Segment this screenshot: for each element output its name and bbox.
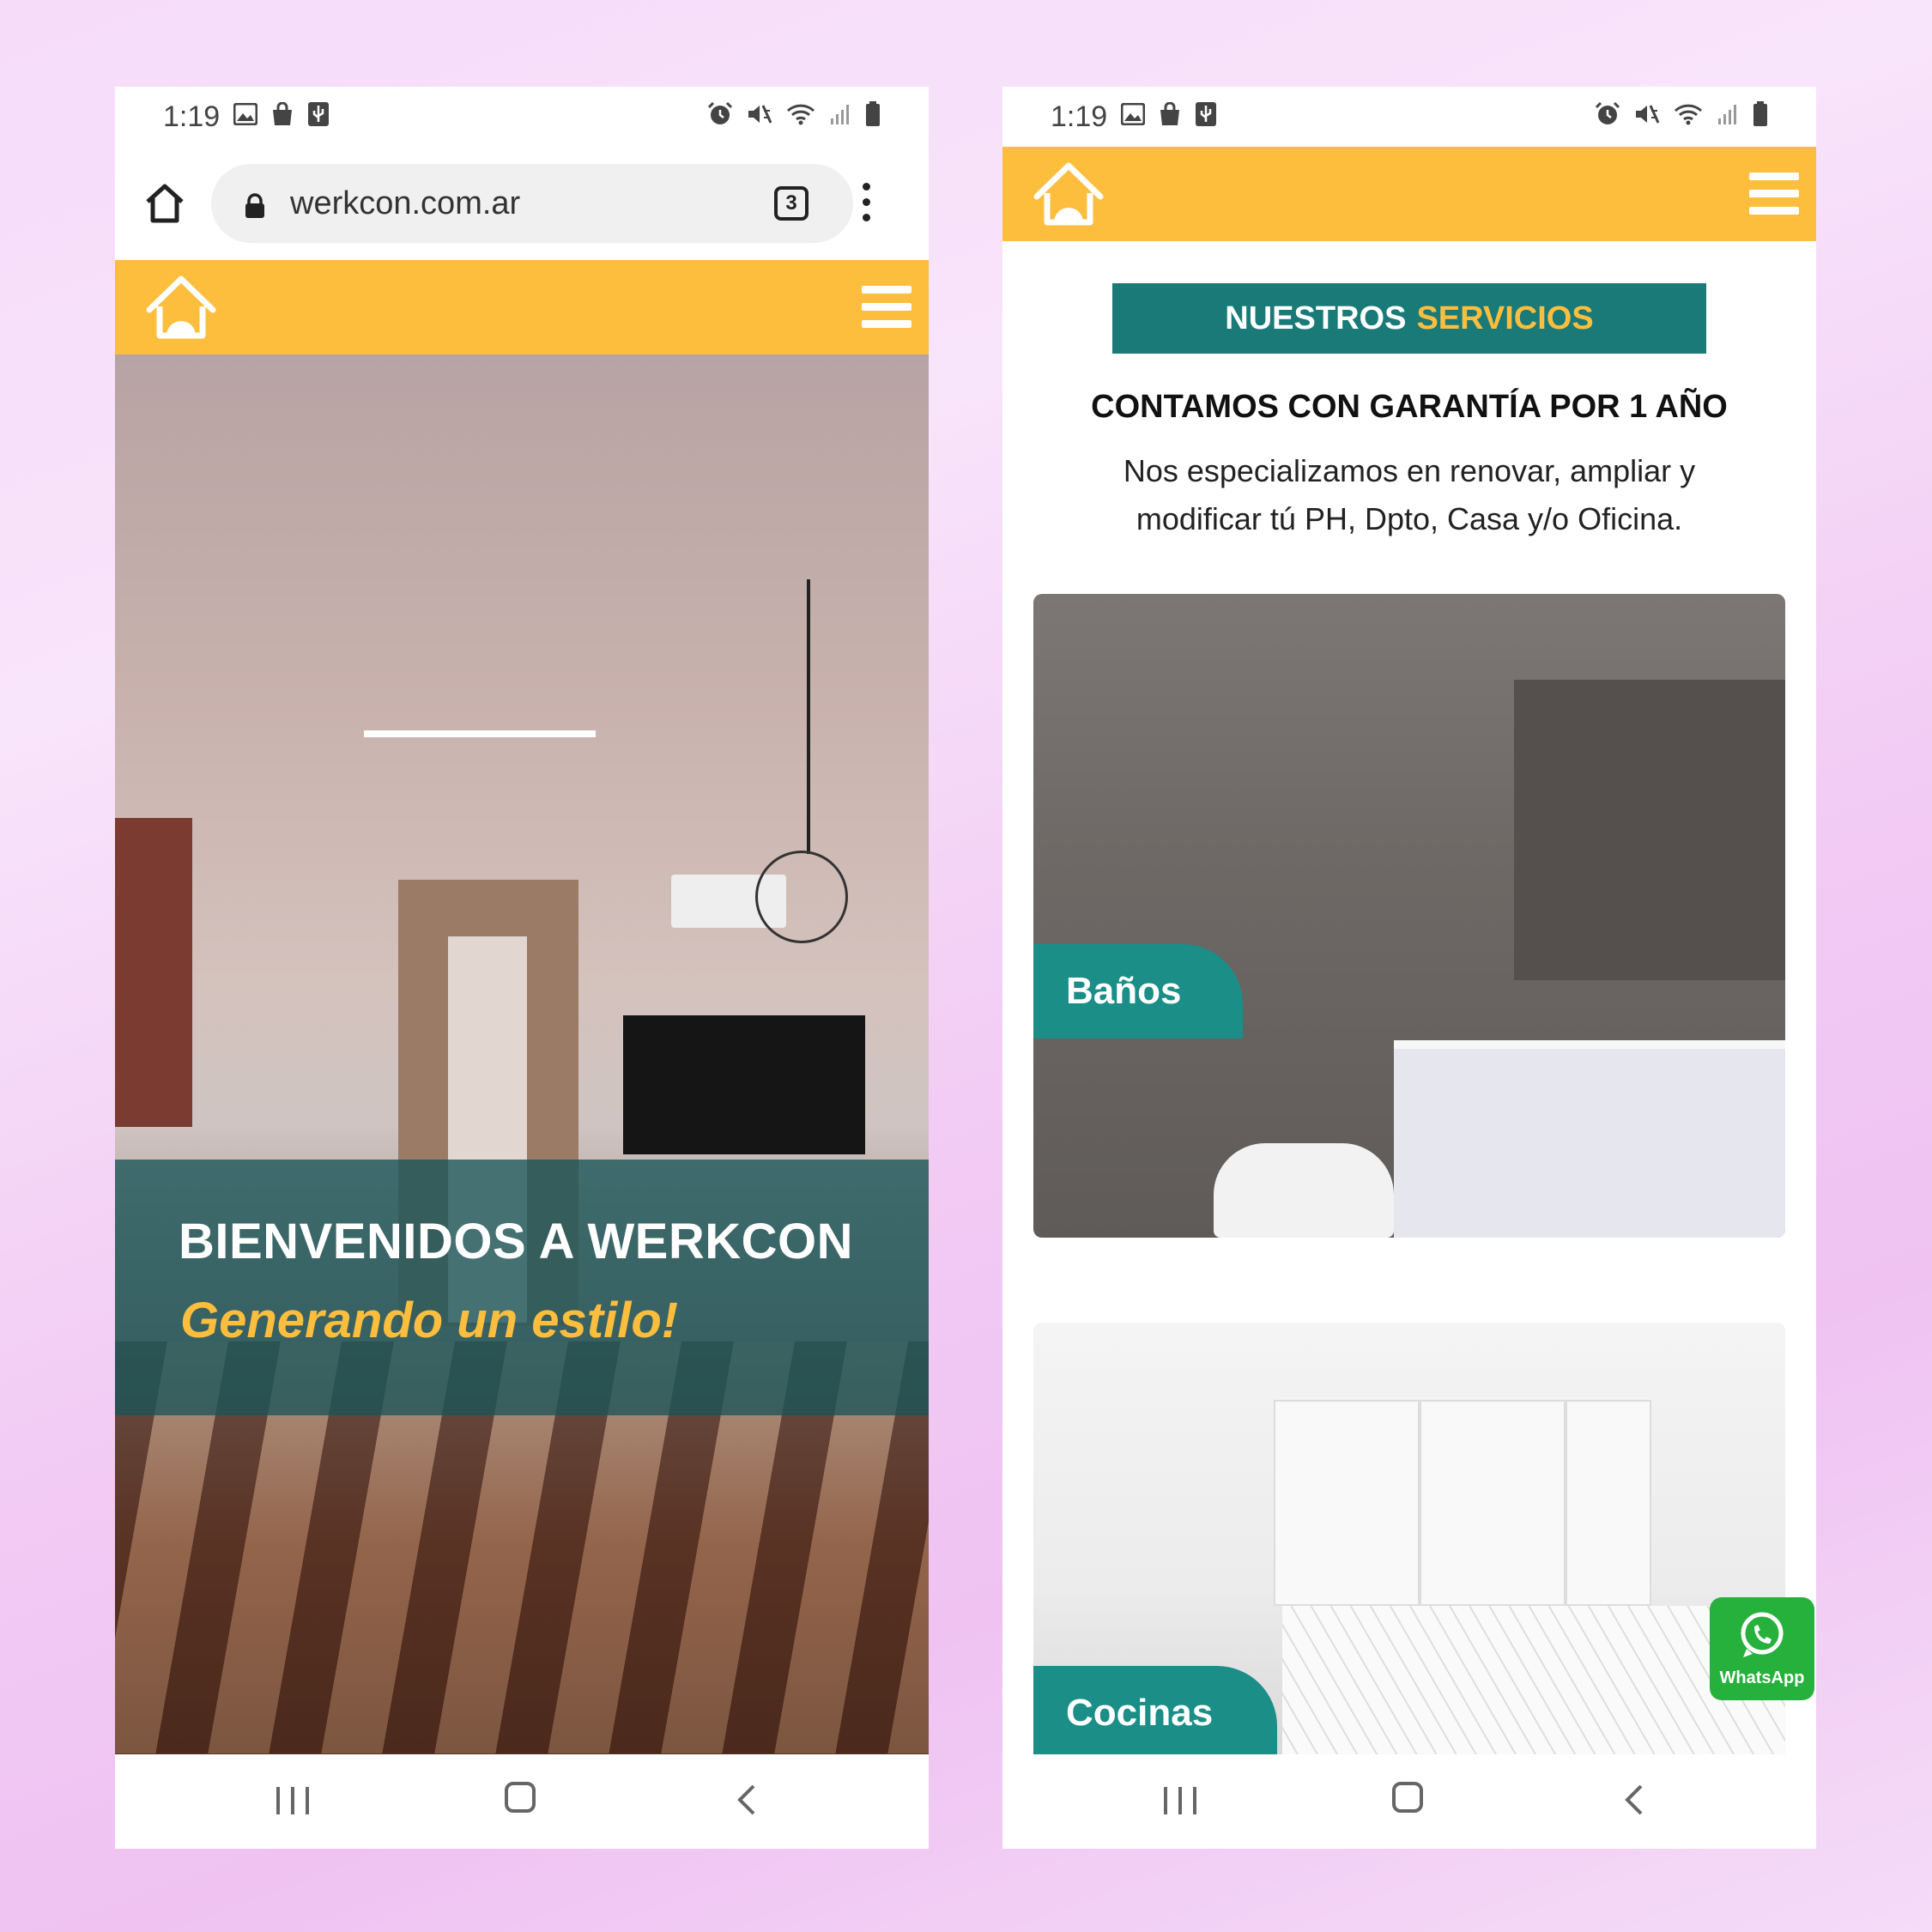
- back-icon[interactable]: [1624, 1784, 1644, 1816]
- hero-photo-lamp: [755, 851, 848, 943]
- service-card-cocinas[interactable]: Cocinas: [1033, 1323, 1785, 1760]
- url-text: werkcon.com.ar: [290, 185, 521, 221]
- whatsapp-label: WhatsApp: [1719, 1669, 1805, 1687]
- signal-icon: [829, 103, 851, 131]
- alarm-icon: [1595, 101, 1620, 133]
- hero-title: BIENVENIDOS A WERKCON: [179, 1214, 854, 1269]
- wifi-icon: [786, 103, 815, 131]
- hero-overlay: [115, 1160, 929, 1415]
- mute-icon: [1634, 102, 1660, 132]
- phone-screen-right: 1:19 NUESTROS SERVICIOS CONTAMOS CON GAR…: [1002, 87, 1816, 1849]
- site-header: [115, 260, 929, 354]
- hamburger-icon[interactable]: [862, 286, 911, 330]
- guarantee-heading: CONTAMOS CON GARANTÍA POR 1 AÑO: [1091, 389, 1728, 425]
- usb-icon: [307, 101, 330, 133]
- card-label: Cocinas: [1033, 1666, 1277, 1760]
- mute-icon: [747, 102, 772, 132]
- address-bar[interactable]: werkcon.com.ar: [211, 164, 853, 243]
- image-icon: [233, 102, 258, 131]
- battery-icon: [1753, 100, 1768, 133]
- shopping-bag-icon: [1159, 101, 1181, 132]
- status-time: 1:19: [1051, 100, 1108, 133]
- android-nav-bar: [1002, 1754, 1816, 1849]
- hero-photo-wall: [115, 818, 192, 1127]
- home-icon[interactable]: [141, 179, 189, 227]
- nav-home-icon[interactable]: [505, 1782, 536, 1813]
- phone-screen-left: 1:19 werkcon.com.ar 3 BIENVENIDOS A WERK…: [115, 87, 929, 1849]
- back-icon[interactable]: [736, 1784, 757, 1816]
- card-photo-vanity: [1394, 1049, 1785, 1238]
- tab-count: 3: [785, 191, 797, 215]
- wifi-icon: [1674, 103, 1703, 131]
- alarm-icon: [707, 101, 733, 133]
- nav-home-icon[interactable]: [1392, 1782, 1423, 1813]
- hero-photo-lamp-cord: [807, 579, 810, 854]
- lock-icon: [244, 191, 266, 218]
- card-photo-toilet: [1214, 1143, 1394, 1238]
- recent-apps-icon[interactable]: [276, 1787, 309, 1814]
- card-photo-mirror: [1514, 680, 1785, 980]
- image-icon: [1120, 102, 1146, 131]
- shopping-bag-icon: [271, 101, 294, 132]
- services-banner-text-2: SERVICIOS: [1416, 300, 1594, 336]
- logo-house-icon[interactable]: [144, 272, 218, 342]
- battery-icon: [865, 100, 881, 133]
- service-card-banos[interactable]: Baños: [1033, 594, 1785, 1238]
- services-description: Nos especializamos en renovar, ampliar y…: [1123, 453, 1696, 536]
- browser-toolbar: werkcon.com.ar 3: [115, 147, 929, 260]
- android-nav-bar: [115, 1754, 929, 1849]
- services-banner-text-1: NUESTROS: [1225, 300, 1407, 336]
- hero-section: BIENVENIDOS A WERKCON Generando un estil…: [115, 354, 929, 1755]
- logo-house-icon[interactable]: [1032, 159, 1105, 229]
- card-photo-cabinet: [1420, 1400, 1566, 1606]
- more-vert-icon[interactable]: [860, 183, 872, 226]
- site-header: [1002, 147, 1816, 241]
- hero-subtitle: Generando un estilo!: [180, 1293, 679, 1348]
- card-photo-cabinet: [1566, 1400, 1651, 1606]
- tabs-icon[interactable]: 3: [774, 186, 809, 221]
- hamburger-icon[interactable]: [1749, 173, 1799, 217]
- hero-photo-tv: [623, 1015, 865, 1154]
- usb-icon: [1195, 101, 1217, 133]
- whatsapp-button[interactable]: WhatsApp: [1710, 1597, 1814, 1700]
- card-photo-cabinet: [1274, 1400, 1420, 1606]
- status-bar: 1:19: [115, 87, 929, 147]
- hero-photo-ceiling-light: [364, 730, 596, 737]
- services-banner: NUESTROS SERVICIOS: [1112, 283, 1706, 354]
- status-bar: 1:19: [1002, 87, 1816, 147]
- card-label: Baños: [1033, 944, 1243, 1039]
- whatsapp-icon: [1736, 1609, 1788, 1665]
- recent-apps-icon[interactable]: [1164, 1787, 1196, 1814]
- signal-icon: [1717, 103, 1739, 131]
- status-time: 1:19: [163, 100, 221, 133]
